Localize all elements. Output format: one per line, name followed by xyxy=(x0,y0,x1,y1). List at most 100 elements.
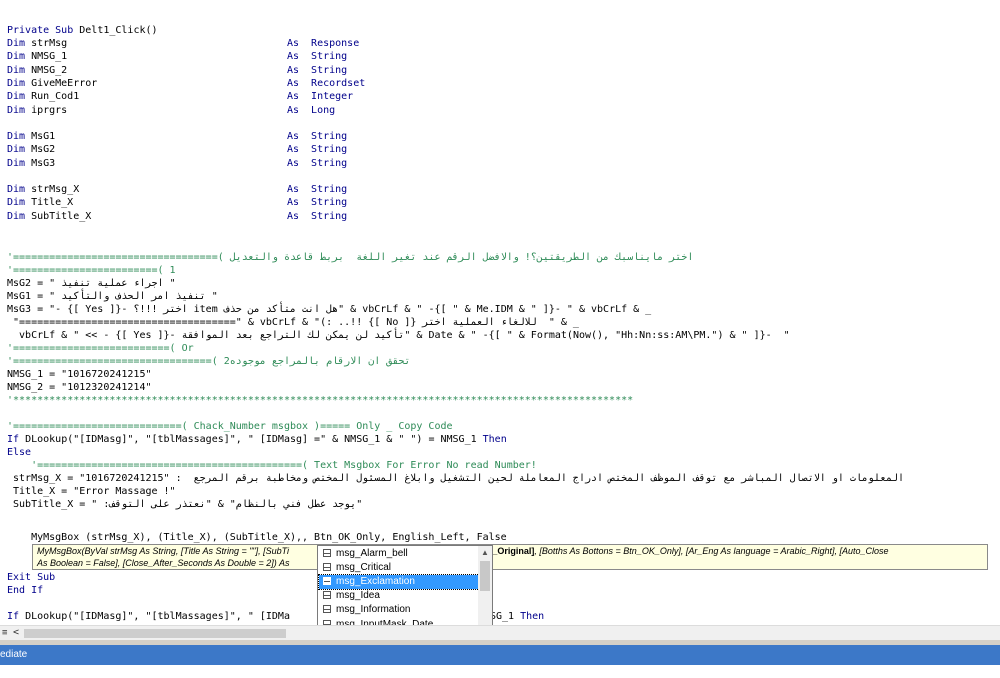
type-name: String xyxy=(311,210,348,222)
autocomplete-list[interactable]: msg_Alarm_bell msg_Critical msg_Exclamatio… xyxy=(317,545,493,625)
keyword-as: As xyxy=(287,197,300,209)
variable-name: Title_X xyxy=(31,197,74,209)
code-line-dim[interactable]: Dim Run_Cod1 As Integer xyxy=(7,90,353,103)
keyword-as: As xyxy=(287,131,300,142)
code-line-dim[interactable]: Dim strMsg As Response xyxy=(7,37,359,50)
variable-type: As String xyxy=(287,143,347,156)
code-line-sub[interactable]: Private Sub Delt1_Click() xyxy=(7,24,158,37)
autocomplete-item[interactable]: msg_Critical xyxy=(319,561,479,575)
enum-member-icon xyxy=(323,619,331,625)
autocomplete-item[interactable]: msg_InputMask_Date xyxy=(319,618,479,625)
type-name: String xyxy=(311,64,348,76)
code-line-comment-or[interactable]: '==========================( Or xyxy=(7,342,194,355)
autocomplete-item[interactable]: msg_Information xyxy=(319,603,479,617)
scroll-left-icon[interactable]: < xyxy=(13,627,19,638)
autocomplete-item-label: msg_Information xyxy=(336,604,411,616)
code-line-msg2[interactable]: MsG2 = " اجراء عملية تنفيذ " xyxy=(7,277,176,290)
if-tail-text: SG_1 xyxy=(490,611,521,622)
code-line-nmsg2[interactable]: NMSG_2 = "1012320241214" xyxy=(7,381,152,394)
code-line-if-2[interactable]: If DLookup("[IDMasg]", "[tblMassages]", … xyxy=(7,610,544,623)
variable-type: As String xyxy=(287,157,347,170)
keyword-dim: Dim xyxy=(7,131,26,142)
code-line-msg3-cont1[interactable]: "====================================" &… xyxy=(7,316,579,329)
keyword-dim: Dim xyxy=(7,38,26,49)
code-line-end-if[interactable]: End If xyxy=(7,584,43,597)
autocomplete-item[interactable]: msg_Exclamation xyxy=(318,574,480,591)
keyword-as: As xyxy=(287,91,300,103)
code-line-dim[interactable]: Dim GiveMeError As Recordset xyxy=(7,77,365,90)
split-handle-icon[interactable]: ≡ xyxy=(2,628,7,638)
keyword-dim: Dim xyxy=(7,104,26,116)
keyword-as: As xyxy=(287,38,300,49)
code-line-stars[interactable]: '***************************************… xyxy=(7,394,633,407)
variable-name: GiveMeError xyxy=(31,77,98,89)
code-line-msg3-cont2[interactable]: vbCrLf & " << - {[ Yes ]}- تأكيد لن يمكن… xyxy=(7,329,790,342)
code-line-dim[interactable]: Dim MsG2 As String xyxy=(7,143,347,156)
code-line-msg3[interactable]: MsG3 = "- {[ Yes ]}- اختر !!!؟ item هل ا… xyxy=(7,303,651,316)
parameter-info-tooltip: MyMsgBox(ByVal strMsg As String, [Title … xyxy=(32,544,988,570)
keyword-dim: Dim xyxy=(7,210,26,222)
keyword-dim: Dim xyxy=(7,197,26,209)
enum-member-icon xyxy=(323,605,331,614)
code-line-comment-choose[interactable]: '==================================( اخت… xyxy=(7,251,767,264)
sub-name: Delt1_Click() xyxy=(73,25,158,36)
code-line-else[interactable]: Else xyxy=(7,446,31,459)
variable-type: As Recordset xyxy=(287,77,365,90)
type-name: String xyxy=(311,51,348,63)
variable-name: NMSG_2 xyxy=(31,64,68,76)
code-line-mymsgbox[interactable]: MyMsgBox (strMsg_X), (Title_X), (SubTitl… xyxy=(7,531,507,544)
immediate-window[interactable] xyxy=(0,665,1000,678)
variable-name: MsG1 xyxy=(31,131,56,142)
autocomplete-scrollbar[interactable]: ▲ ▼ xyxy=(478,546,492,625)
code-line-exit-sub[interactable]: Exit Sub xyxy=(7,571,55,584)
immediate-window-title: ediate xyxy=(0,645,1000,665)
variable-type: As String xyxy=(287,130,347,143)
keyword-as: As xyxy=(287,144,300,156)
code-line-nmsg1[interactable]: NMSG_1 = "1016720241215" xyxy=(7,368,152,381)
variable-name: strMsg xyxy=(31,38,68,49)
code-line-if[interactable]: If DLookup("[IDMasg]", "[tblMassages]", … xyxy=(7,433,507,446)
tooltip-sig: MyMsgBox(ByVal strMsg As String, [Title … xyxy=(37,546,290,556)
scroll-up-icon[interactable]: ▲ xyxy=(478,546,492,560)
type-name: String xyxy=(311,197,348,209)
keyword-dim: Dim xyxy=(7,51,26,63)
code-line-msg1[interactable]: MsG1 = " تنفيذ امر الحذف والتأكيد " xyxy=(7,290,218,303)
variable-name: Run_Cod1 xyxy=(31,91,80,103)
code-line-dim[interactable]: Dim iprgrs As Long xyxy=(7,104,335,117)
horizontal-scroll-thumb[interactable] xyxy=(24,629,286,638)
type-name: String xyxy=(311,157,348,169)
enum-member-icon xyxy=(323,549,331,557)
code-editor[interactable]: Private Sub Delt1_Click() Dim strMsg As Res… xyxy=(0,0,1000,625)
code-line-dim[interactable]: Dim MsG1 As String xyxy=(7,130,347,143)
keyword-dim: Dim xyxy=(7,64,26,76)
code-line-dim[interactable]: Dim SubTitle_X As String xyxy=(7,210,347,223)
code-line-dim[interactable]: Dim NMSG_1 As String xyxy=(7,50,347,63)
autocomplete-item[interactable]: msg_Alarm_bell xyxy=(319,547,479,561)
tooltip-rest: , [Botths As Bottons = Btn_OK_Only], [Ar… xyxy=(534,546,889,556)
code-line-comment-text-msgbox[interactable]: '=======================================… xyxy=(7,459,537,472)
variable-name: SubTitle_X xyxy=(31,210,92,222)
variable-type: As String xyxy=(287,183,347,196)
variable-type: As String xyxy=(287,196,347,209)
code-line-comment-2[interactable]: '=================================( 2تحق… xyxy=(7,355,410,368)
keyword-then: Then xyxy=(482,434,507,445)
variable-name: strMsg_X xyxy=(31,184,80,195)
if-condition: DLookup("[IDMasg]", "[tblMassages]", " [… xyxy=(19,434,483,445)
code-line-comment-1[interactable]: '========================( 1 xyxy=(7,264,176,277)
code-line-dim[interactable]: Dim NMSG_2 As String xyxy=(7,64,347,77)
code-line-subtitle-x[interactable]: SubTitle_X = " :يوجد عطل فني بالنظام" & … xyxy=(7,498,362,511)
code-line-dim[interactable]: Dim MsG3 As String xyxy=(7,157,347,170)
type-name: String xyxy=(311,144,348,156)
variable-type: As Response xyxy=(287,37,359,50)
keyword-if: If xyxy=(7,611,20,622)
code-line-comment-chack[interactable]: '============================( Chack_Num… xyxy=(7,420,453,433)
code-line-dim[interactable]: Dim strMsg_X As String xyxy=(7,183,347,196)
horizontal-scrollbar[interactable]: ≡ < xyxy=(0,625,1000,641)
scroll-thumb[interactable] xyxy=(480,561,490,591)
code-line-strmsg-x[interactable]: strMsg_X = "1016720241215" : المعلومات ا… xyxy=(7,472,1000,485)
keyword: Private Sub xyxy=(7,25,74,36)
tooltip-line2: As Boolean = False], [Close_After_Second… xyxy=(37,558,290,568)
code-line-dim[interactable]: Dim Title_X As String xyxy=(7,196,347,209)
code-line-title-x[interactable]: Title_X = "Error Massage !" xyxy=(7,485,176,498)
autocomplete-item[interactable]: msg_Idea xyxy=(319,589,479,603)
